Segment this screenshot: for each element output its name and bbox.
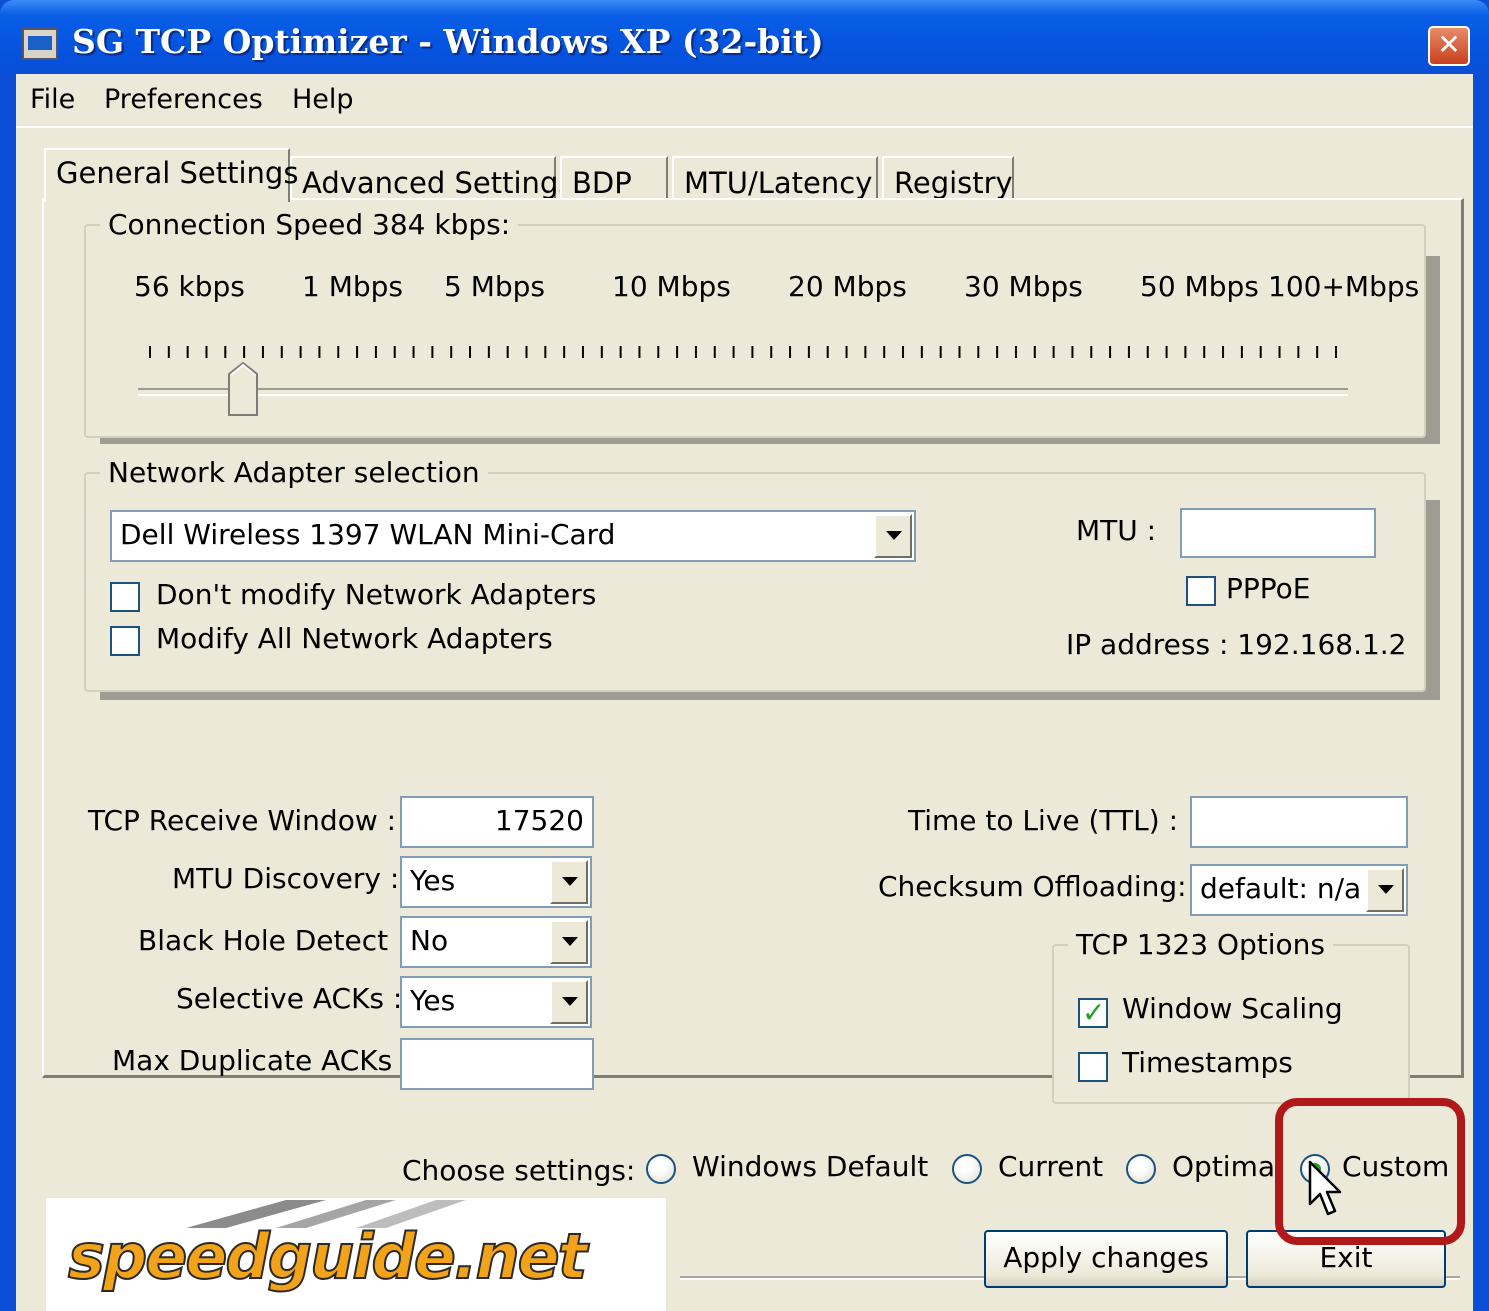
checksum-select[interactable]: default: n/a — [1190, 864, 1408, 916]
slider-ticks — [149, 346, 1337, 358]
black-hole-value: No — [410, 924, 449, 957]
dont-modify-checkbox[interactable] — [110, 582, 140, 612]
tcp1323-group: TCP 1323 Options Window Scaling Timestam… — [1052, 928, 1410, 1104]
tab-mtu-latency[interactable]: MTU/Latency — [672, 156, 878, 200]
adapter-select[interactable]: Dell Wireless 1397 WLAN Mini-Card — [110, 510, 916, 562]
max-dup-acks-label: Max Duplicate ACKs : — [112, 1044, 411, 1077]
radio-current[interactable] — [952, 1154, 982, 1184]
radio-windows-default[interactable] — [646, 1154, 676, 1184]
mtu-discovery-select[interactable]: Yes — [400, 856, 592, 908]
choose-settings-label: Choose settings: — [402, 1154, 636, 1187]
selective-acks-select[interactable]: Yes — [400, 976, 592, 1028]
speed-tick-label: 56 kbps — [134, 270, 245, 303]
network-adapter-label: Network Adapter selection — [100, 456, 488, 489]
tab-advanced-settings[interactable]: Advanced Settings — [290, 156, 573, 200]
tab-bdp[interactable]: BDP — [560, 156, 668, 200]
chevron-down-icon[interactable] — [874, 514, 912, 558]
menu-bar: File Preferences Help — [16, 74, 1473, 128]
window-title: SG TCP Optimizer - Windows XP (32-bit) — [72, 22, 824, 61]
pppoe-label: PPPoE — [1226, 572, 1311, 605]
adapter-select-value: Dell Wireless 1397 WLAN Mini-Card — [120, 518, 616, 551]
title-bar[interactable]: SG TCP Optimizer - Windows XP (32-bit) ✕ — [0, 0, 1489, 74]
speed-tick-label: 100+Mbps — [1268, 270, 1420, 303]
mtu-label: MTU : — [1076, 514, 1157, 547]
window-scaling-label: Window Scaling — [1122, 992, 1343, 1025]
radio-optimal[interactable] — [1126, 1154, 1156, 1184]
logo-text: speedguide.net — [67, 1219, 588, 1294]
custom-highlight-box — [1275, 1098, 1465, 1245]
speed-slider-track[interactable] — [138, 388, 1348, 396]
speed-tick-label: 20 Mbps — [788, 270, 907, 303]
max-dup-acks-field[interactable] — [400, 1038, 594, 1090]
mtu-discovery-value: Yes — [410, 864, 456, 897]
chevron-down-icon[interactable] — [550, 920, 588, 964]
chevron-down-icon[interactable] — [550, 860, 588, 904]
ip-address: IP address : 192.168.1.2 — [1066, 628, 1407, 661]
network-adapter-group: Network Adapter selection Dell Wireless … — [84, 456, 1426, 692]
ttl-field[interactable] — [1190, 796, 1408, 848]
selective-acks-label: Selective ACKs : — [176, 982, 403, 1015]
tcp-rwin-field[interactable]: 17520 — [400, 796, 594, 848]
tcp1323-label: TCP 1323 Options — [1068, 928, 1333, 961]
timestamps-checkbox[interactable] — [1078, 1052, 1108, 1082]
connection-speed-group: Connection Speed 384 kbps: 56 kbps 1 Mbp… — [84, 208, 1426, 438]
speed-slider-thumb[interactable] — [228, 362, 258, 416]
ttl-label: Time to Live (TTL) : — [908, 804, 1179, 837]
apply-changes-button[interactable]: Apply changes — [984, 1230, 1228, 1288]
connection-speed-label: Connection Speed 384 kbps: — [100, 208, 519, 241]
group-shadow — [1426, 500, 1440, 700]
modify-all-checkbox[interactable] — [110, 626, 140, 656]
mtu-field[interactable] — [1180, 508, 1376, 558]
menu-file[interactable]: File — [30, 84, 75, 115]
radio-current-label: Current — [998, 1150, 1104, 1183]
mouse-pointer-icon — [1308, 1160, 1342, 1216]
black-hole-label: Black Hole Detect : — [138, 924, 407, 957]
speed-tick-label: 1 Mbps — [302, 270, 404, 303]
radio-optimal-label: Optimal — [1172, 1150, 1283, 1183]
speed-tick-label: 30 Mbps — [964, 270, 1083, 303]
chevron-down-icon[interactable] — [1366, 868, 1404, 912]
black-hole-select[interactable]: No — [400, 916, 592, 968]
checksum-label: Checksum Offloading: — [878, 870, 1187, 903]
menu-help[interactable]: Help — [292, 84, 354, 115]
tab-registry[interactable]: Registry — [882, 156, 1014, 200]
selective-acks-value: Yes — [410, 984, 456, 1017]
general-settings-panel: Connection Speed 384 kbps: 56 kbps 1 Mbp… — [42, 198, 1464, 1104]
menu-preferences[interactable]: Preferences — [104, 84, 263, 115]
tab-general-settings[interactable]: General Settings — [44, 148, 298, 202]
tcp-rwin-label: TCP Receive Window : — [88, 804, 397, 837]
timestamps-label: Timestamps — [1122, 1046, 1293, 1079]
chevron-down-icon[interactable] — [550, 980, 588, 1024]
speed-tick-label: 50 Mbps — [1140, 270, 1259, 303]
app-icon — [22, 28, 58, 60]
checksum-value: default: n/a — [1200, 872, 1362, 905]
speed-tick-label: 5 Mbps — [444, 270, 546, 303]
close-button[interactable]: ✕ — [1428, 26, 1470, 66]
client-area: File Preferences Help General Settings A… — [16, 74, 1473, 1311]
radio-windows-default-label: Windows Default — [692, 1150, 929, 1183]
pppoe-checkbox[interactable] — [1186, 576, 1216, 606]
dont-modify-label: Don't modify Network Adapters — [156, 578, 597, 611]
mtu-discovery-label: MTU Discovery : — [172, 862, 400, 895]
speed-tick-label: 10 Mbps — [612, 270, 731, 303]
speedguide-logo[interactable]: speedguide.net — [46, 1198, 666, 1311]
modify-all-label: Modify All Network Adapters — [156, 622, 553, 655]
group-shadow — [1426, 256, 1440, 444]
window-scaling-checkbox[interactable] — [1078, 996, 1108, 1029]
